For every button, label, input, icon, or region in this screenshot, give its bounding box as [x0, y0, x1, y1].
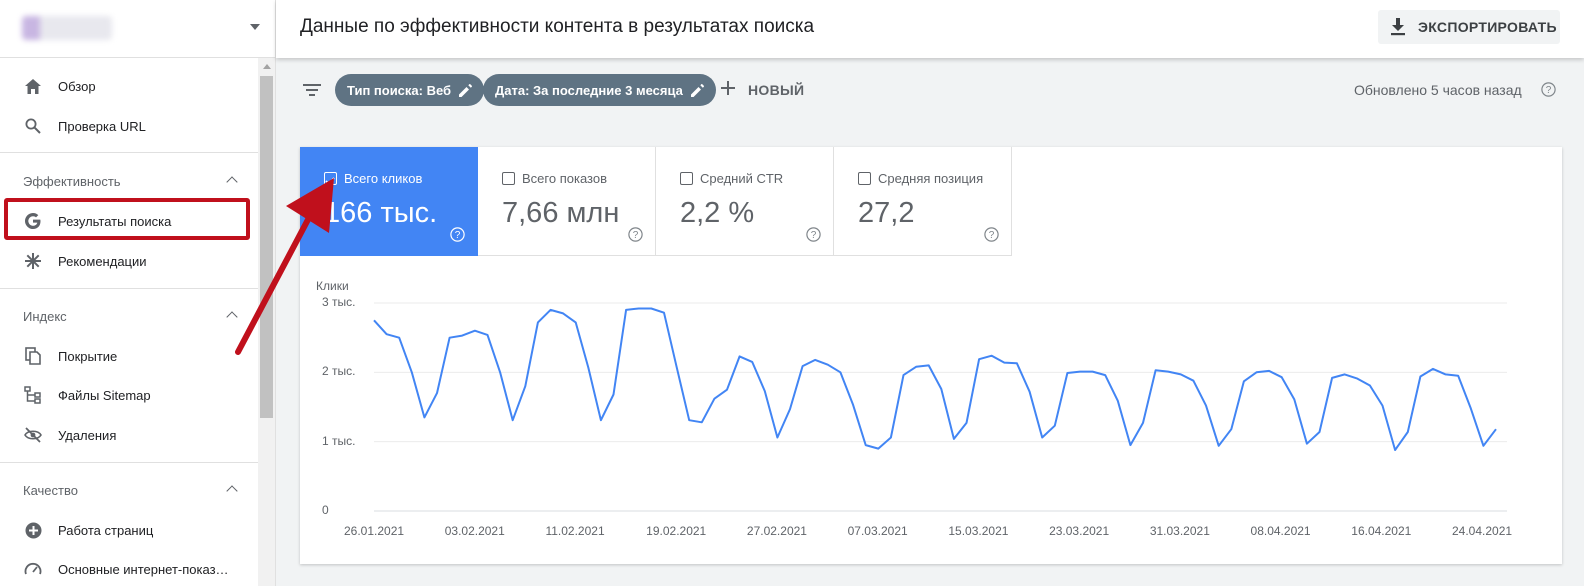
x-tick-label: 23.03.2021 [1049, 524, 1110, 538]
section-performance[interactable]: Эффективность [0, 166, 258, 196]
section-label: Качество [23, 483, 78, 498]
sidebar-item-label: Удаления [58, 427, 117, 443]
divider [0, 288, 258, 289]
pages-icon [24, 347, 42, 365]
x-tick-label: 27.02.2021 [746, 524, 807, 538]
section-label: Эффективность [23, 174, 121, 189]
property-name-redacted [22, 16, 112, 40]
gauge-icon [24, 560, 42, 578]
sidebar-item-overview[interactable]: Обзор [0, 67, 258, 105]
series-line-clicks [373, 307, 1497, 451]
divider [0, 152, 258, 153]
x-tick-label: 11.02.2021 [545, 524, 605, 538]
x-tick-label: 19.02.2021 [646, 524, 707, 538]
x-tick-label: 26.01.2021 [344, 524, 405, 538]
new-filter-label: НОВЫЙ [748, 82, 805, 98]
filter-chip-search-type[interactable]: Тип поиска: Веб [335, 74, 485, 106]
sidebar-item-sitemaps[interactable]: Файлы Sitemap [0, 376, 258, 414]
download-icon [1390, 18, 1406, 41]
section-quality[interactable]: Качество [0, 475, 258, 505]
sidebar-item-url-inspection[interactable]: Проверка URL [0, 107, 258, 145]
chip-label: Дата: За последние 3 месяца [495, 82, 683, 98]
scrollbar-thumb[interactable] [260, 76, 273, 418]
page-title: Данные по эффективности контента в резул… [300, 16, 815, 37]
chevron-up-icon[interactable] [226, 485, 238, 497]
y-tick-label: 3 тыс. [322, 295, 356, 309]
sidebar-item-coverage[interactable]: Покрытие [0, 337, 258, 375]
divider [0, 462, 258, 463]
clicks-chart [373, 302, 1507, 512]
sidebar-item-recommendations[interactable]: Рекомендации [0, 242, 258, 280]
main-content: Тип поиска: Веб Дата: За последние 3 мес… [276, 58, 1584, 586]
chevron-up-icon[interactable] [226, 311, 238, 323]
export-label: ЭКСПОРТИРОВАТЬ [1418, 19, 1557, 35]
chip-label: Тип поиска: Веб [347, 82, 452, 98]
plus-circle-icon [24, 521, 42, 539]
edit-icon[interactable] [459, 83, 473, 97]
last-updated-text: Обновлено 5 часов назад [1354, 82, 1522, 98]
sidebar-item-label: Рекомендации [58, 253, 147, 269]
chevron-up-icon[interactable] [226, 176, 238, 188]
sidebar-item-label: Файлы Sitemap [58, 387, 151, 403]
svg-text:?: ? [1546, 85, 1552, 96]
performance-card: Всего кликов 166 тыс. ? Всего показов 7,… [300, 147, 1562, 564]
sidebar: Обзор Проверка URL Эффективность Результ… [0, 0, 276, 586]
x-tick-label: 07.03.2021 [847, 524, 908, 538]
y-tick-label: 1 тыс. [322, 433, 356, 448]
export-button[interactable]: ЭКСПОРТИРОВАТЬ [1378, 10, 1560, 44]
section-label: Индекс [23, 309, 67, 324]
sidebar-item-label: Основные интернет-показ… [58, 561, 229, 577]
highlight-frame [4, 198, 250, 240]
property-selector[interactable] [0, 0, 276, 58]
y-tick-label: 2 тыс. [322, 364, 356, 379]
asterisk-icon [24, 252, 42, 270]
search-console-app: Обзор Проверка URL Эффективность Результ… [0, 0, 1584, 586]
x-tick-label: 15.03.2021 [948, 524, 1009, 538]
eye-off-icon [24, 426, 42, 444]
y-tick-label: 0 [322, 503, 329, 517]
sidebar-item-label: Покрытие [58, 348, 118, 364]
help-icon[interactable]: ? [1541, 82, 1556, 102]
sidebar-item-label: Работа страниц [58, 522, 154, 538]
chart-y-axis-title: Клики [316, 279, 349, 293]
home-icon [24, 77, 42, 95]
x-tick-label: 03.02.2021 [444, 524, 505, 538]
sidebar-scrollbar[interactable] [258, 58, 275, 586]
section-index[interactable]: Индекс [0, 301, 258, 331]
sidebar-item-removals[interactable]: Удаления [0, 416, 258, 454]
sitemap-icon [24, 386, 42, 404]
sidebar-item-label: Проверка URL [58, 118, 146, 134]
x-tick-label: 08.04.2021 [1250, 524, 1311, 538]
sidebar-item-core-web-vitals[interactable]: Основные интернет-показ… [0, 550, 258, 586]
sidebar-item-label: Обзор [58, 78, 96, 94]
sidebar-item-page-experience[interactable]: Работа страниц [0, 511, 258, 549]
x-tick-label: 24.04.2021 [1452, 524, 1513, 538]
new-filter-button[interactable]: НОВЫЙ [720, 74, 804, 106]
chevron-down-icon[interactable] [250, 24, 260, 30]
x-tick-label: 16.04.2021 [1351, 524, 1412, 538]
filter-chip-date[interactable]: Дата: За последние 3 месяца [483, 74, 716, 106]
x-tick-label: 31.03.2021 [1149, 524, 1210, 538]
filter-icon[interactable] [302, 82, 322, 103]
edit-icon[interactable] [690, 83, 704, 97]
scroll-up-arrow-icon[interactable] [263, 64, 271, 69]
header: Данные по эффективности контента в резул… [276, 0, 1584, 58]
search-icon [24, 117, 42, 135]
plus-icon [720, 80, 736, 101]
